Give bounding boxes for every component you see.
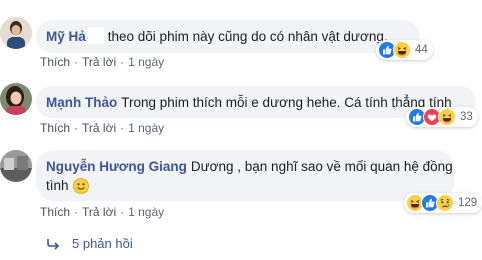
like-link[interactable]: Thích <box>40 205 70 219</box>
comment-text-continued: tình <box>46 178 69 193</box>
comment-actions: Thích · Trả lời · 1 ngày <box>40 55 164 69</box>
sad-icon <box>436 194 454 212</box>
haha-icon <box>393 41 411 59</box>
avatar[interactable] <box>0 17 32 49</box>
reactions-summary[interactable]: 44 <box>376 40 433 60</box>
reply-arrow-icon <box>47 238 60 250</box>
smile-emoji-icon <box>72 177 89 194</box>
separator-dot: · <box>74 205 79 219</box>
comment-bubble: Mỹ Hả theo dõi phim này cũng do có nhân v… <box>36 20 420 53</box>
timestamp[interactable]: 1 ngày <box>128 121 164 135</box>
view-replies-link[interactable]: 5 phản hồi <box>46 236 133 251</box>
comment-text: Trong phim thích mỗi e dương hehe. Cá tí… <box>121 95 452 110</box>
avatar[interactable] <box>0 150 32 182</box>
redaction-mask <box>87 27 104 44</box>
commenter-name[interactable]: Nguyễn Hương Giang <box>46 159 187 174</box>
commenter-name[interactable]: Mỹ Hả <box>46 29 86 44</box>
comment-actions: Thích · Trả lời · 1 ngày <box>40 121 164 135</box>
reply-link[interactable]: Trả lời <box>82 55 116 69</box>
separator-dot: · <box>120 55 125 69</box>
reply-link[interactable]: Trả lời <box>82 205 116 219</box>
reply-link[interactable]: Trả lời <box>82 121 116 135</box>
reactions-summary[interactable]: 33 <box>406 107 478 127</box>
separator-dot: · <box>120 121 125 135</box>
timestamp[interactable]: 1 ngày <box>128 55 164 69</box>
replies-label: 5 phản hồi <box>72 236 133 251</box>
comment-text: Dương , bạn nghĩ sao về mối quan hệ đồng <box>190 159 453 174</box>
avatar[interactable] <box>0 83 32 115</box>
timestamp[interactable]: 1 ngày <box>128 205 164 219</box>
commenter-name[interactable]: Mạnh Thảo <box>46 95 117 110</box>
separator-dot: · <box>74 55 79 69</box>
comment-bubble: Nguyễn Hương Giang Dương , bạn nghĩ sao v… <box>36 150 454 201</box>
comment-text: theo dõi phim này cũng do có nhân vật dư… <box>107 29 388 44</box>
reaction-count: 129 <box>458 197 478 209</box>
reactions-summary[interactable]: 129 <box>404 193 482 213</box>
reaction-count: 44 <box>415 44 428 56</box>
like-link[interactable]: Thích <box>40 55 70 69</box>
separator-dot: · <box>74 121 79 135</box>
like-link[interactable]: Thích <box>40 121 70 135</box>
separator-dot: · <box>120 205 125 219</box>
comment-actions: Thích · Trả lời · 1 ngày <box>40 205 164 219</box>
reaction-count: 33 <box>460 111 473 123</box>
haha-icon <box>438 108 456 126</box>
